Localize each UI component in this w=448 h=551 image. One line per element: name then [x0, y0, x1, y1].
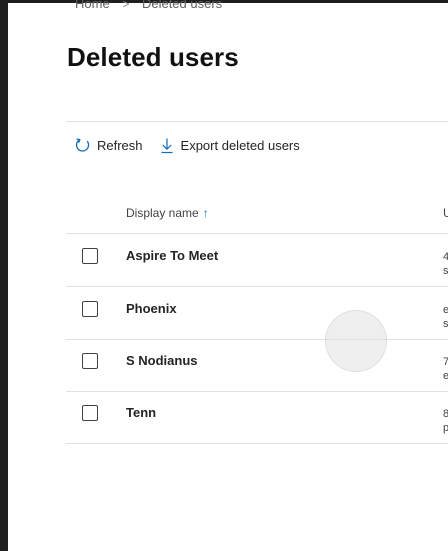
table-row[interactable]: Tenn 8 p [66, 391, 448, 444]
column-header-username[interactable]: U [443, 206, 448, 220]
row-username-line1: 8 [443, 408, 448, 420]
row-username-line2: s [443, 318, 448, 330]
row-username-line1: 7 [443, 356, 448, 368]
row-username-line2: p [443, 422, 448, 434]
breadcrumb: Home > Deleted users [75, 0, 222, 11]
column-header-display-name-label: Display name [126, 206, 199, 220]
table-header: Display name ↑ U [66, 200, 448, 230]
refresh-label: Refresh [97, 137, 143, 153]
row-username-line1: e [443, 304, 448, 316]
row-checkbox[interactable] [82, 353, 98, 369]
row-display-name[interactable]: S Nodianus [126, 353, 198, 368]
row-username: 8 p [443, 407, 448, 435]
row-checkbox[interactable] [82, 301, 98, 317]
row-username: 4 s [443, 250, 448, 278]
table-row[interactable]: Aspire To Meet 4 s [66, 234, 448, 287]
table-row[interactable]: S Nodianus 7 e [66, 339, 448, 392]
row-username: 7 e [443, 355, 448, 383]
page-title: Deleted users [67, 42, 239, 72]
row-checkbox[interactable] [82, 248, 98, 264]
row-username-line2: s [443, 265, 448, 277]
row-display-name[interactable]: Aspire To Meet [126, 248, 218, 263]
export-label: Export deleted users [180, 137, 300, 153]
command-bar: Refresh Export deleted users [74, 135, 316, 155]
column-header-display-name[interactable]: Display name ↑ [126, 206, 209, 220]
refresh-button[interactable]: Refresh [74, 137, 143, 154]
breadcrumb-home-link[interactable]: Home [75, 0, 110, 11]
sort-ascending-icon: ↑ [202, 206, 209, 220]
breadcrumb-separator: > [122, 0, 130, 11]
touch-cursor-indicator [325, 310, 387, 372]
row-username-line2: e [443, 370, 448, 382]
table-row[interactable]: Phoenix e s [66, 287, 448, 340]
row-checkbox[interactable] [82, 405, 98, 421]
main-content: Home > Deleted users Deleted users Refre… [8, 0, 448, 551]
header-divider [66, 121, 448, 122]
download-icon [159, 137, 181, 154]
row-username-line1: 4 [443, 251, 448, 263]
row-display-name[interactable]: Phoenix [126, 301, 177, 316]
export-deleted-users-button[interactable]: Export deleted users [159, 137, 300, 154]
window-left-edge [0, 0, 8, 551]
row-username: e s [443, 303, 448, 331]
breadcrumb-current: Deleted users [141, 0, 223, 11]
refresh-icon [74, 137, 97, 154]
row-display-name[interactable]: Tenn [126, 405, 156, 420]
